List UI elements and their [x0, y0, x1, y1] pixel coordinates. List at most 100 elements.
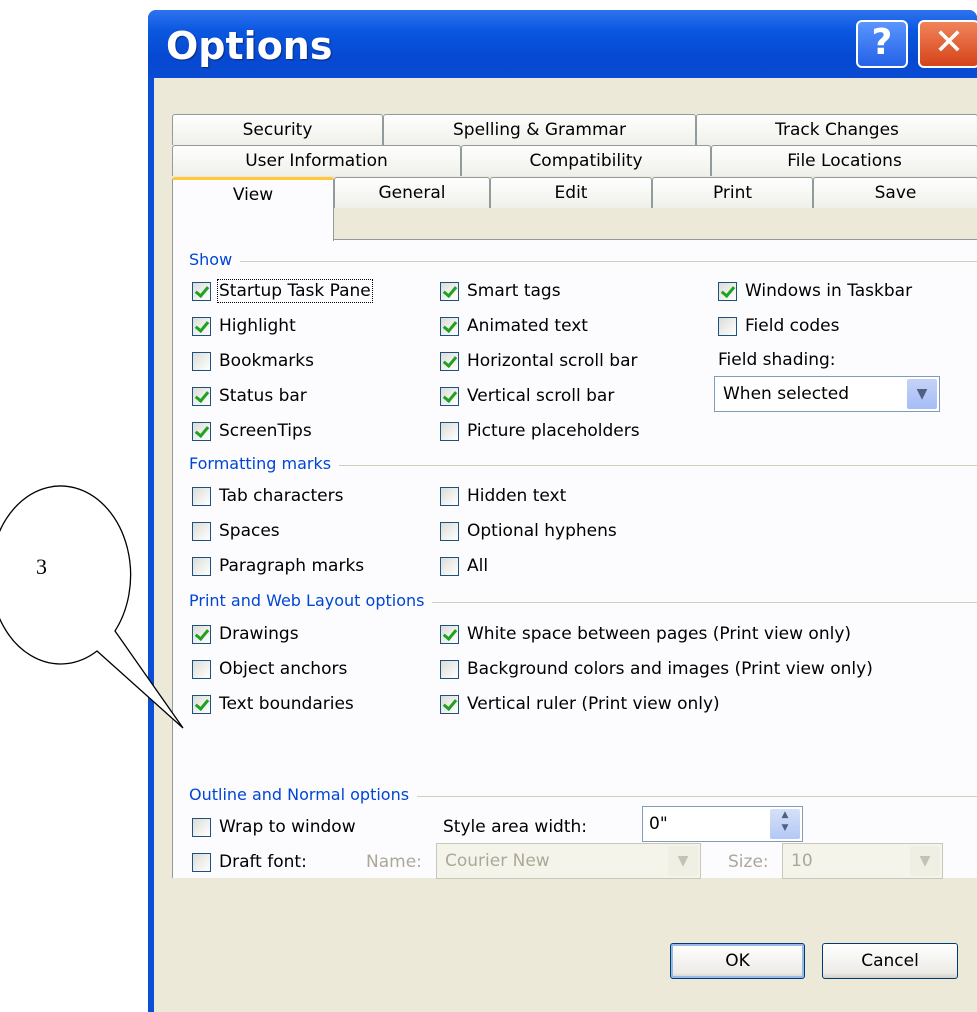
size-label: Size:: [728, 852, 769, 872]
group-show-header: Show: [189, 250, 241, 269]
checkbox-picture-placeholders[interactable]: Picture placeholders: [440, 417, 640, 445]
tab-file-locations[interactable]: File Locations: [711, 145, 977, 176]
checkbox-animated-text[interactable]: Animated text: [440, 312, 588, 340]
checkbox-box[interactable]: [192, 556, 211, 576]
chevron-down-icon[interactable]: ▼: [668, 846, 698, 876]
checkbox-box[interactable]: [718, 281, 737, 301]
tab-print[interactable]: Print: [652, 177, 813, 208]
checkbox-box[interactable]: [440, 694, 459, 714]
ok-button[interactable]: OK: [670, 943, 805, 979]
checkbox-vertical-scroll-bar[interactable]: Vertical scroll bar: [440, 382, 614, 410]
checkbox-box[interactable]: [440, 556, 459, 576]
checkbox-text-boundaries[interactable]: Text boundaries: [192, 690, 354, 718]
checkbox-optional-hyphens[interactable]: Optional hyphens: [440, 517, 617, 545]
checkbox-box[interactable]: [440, 659, 459, 679]
tab-track-changes[interactable]: Track Changes: [696, 114, 977, 145]
checkbox-box[interactable]: [192, 351, 211, 371]
checkbox-box[interactable]: [440, 281, 459, 301]
font-size-select[interactable]: 10 ▼: [782, 843, 943, 879]
checkbox-tab-characters[interactable]: Tab characters: [192, 482, 343, 510]
checkbox-wrap-to-window[interactable]: Wrap to window: [192, 813, 356, 841]
tab-spelling-grammar[interactable]: Spelling & Grammar: [383, 114, 696, 145]
checkbox-startup-task-pane[interactable]: Startup Task Pane: [192, 277, 373, 305]
tab-security[interactable]: Security: [172, 114, 383, 145]
checkbox-label: Object anchors: [219, 659, 348, 679]
checkbox-draft-font[interactable]: Draft font:: [192, 848, 307, 876]
font-name-value: Courier New: [445, 851, 550, 871]
checkbox-box[interactable]: [440, 351, 459, 371]
checkbox-label: Spaces: [219, 521, 280, 541]
checkbox-label: All: [467, 556, 489, 576]
style-area-width-input[interactable]: 0" ▲ ▼: [642, 806, 803, 842]
tab-user-information[interactable]: User Information: [172, 145, 461, 176]
checkbox-label: White space between pages (Print view on…: [467, 624, 852, 644]
field-shading-select[interactable]: When selected ▼: [714, 376, 940, 412]
checkbox-highlight[interactable]: Highlight: [192, 312, 296, 340]
chevron-down-icon[interactable]: ▼: [910, 846, 940, 876]
dialog-title: Options: [166, 24, 333, 68]
checkbox-label: Animated text: [467, 316, 588, 336]
checkbox-smart-tags[interactable]: Smart tags: [440, 277, 561, 305]
checkbox-all[interactable]: All: [440, 552, 488, 580]
checkbox-hidden-text[interactable]: Hidden text: [440, 482, 566, 510]
checkbox-box[interactable]: [718, 316, 737, 336]
field-shading-value: When selected: [723, 384, 849, 404]
group-outline-normal: Outline and Normal options: [189, 785, 977, 807]
checkbox-screentips[interactable]: ScreenTips: [192, 417, 312, 445]
options-dialog: Options ? ✕ Security Spelling & Grammar …: [148, 10, 977, 1012]
checkbox-background-colors-images[interactable]: Background colors and images (Print view…: [440, 655, 873, 683]
checkbox-label: Wrap to window: [219, 817, 356, 837]
checkbox-box[interactable]: [192, 486, 211, 506]
checkbox-box[interactable]: [440, 316, 459, 336]
checkbox-box[interactable]: [440, 521, 459, 541]
group-print-web-layout: Print and Web Layout options: [189, 591, 977, 613]
checkbox-box[interactable]: [192, 421, 211, 441]
checkbox-label: Status bar: [219, 386, 307, 406]
tab-general[interactable]: General: [334, 177, 490, 208]
checkbox-box[interactable]: [192, 521, 211, 541]
close-button[interactable]: ✕: [918, 20, 977, 68]
tab-view[interactable]: View: [172, 177, 334, 241]
checkbox-box[interactable]: [440, 421, 459, 441]
checkbox-box[interactable]: [192, 694, 211, 714]
checkbox-label: Startup Task Pane: [217, 279, 373, 303]
spinner-updown-icon[interactable]: ▲ ▼: [770, 809, 800, 839]
help-button[interactable]: ?: [856, 20, 908, 68]
tab-save[interactable]: Save: [813, 177, 977, 208]
checkbox-horizontal-scroll-bar[interactable]: Horizontal scroll bar: [440, 347, 637, 375]
checkbox-paragraph-marks[interactable]: Paragraph marks: [192, 552, 364, 580]
checkbox-windows-in-taskbar[interactable]: Windows in Taskbar: [718, 277, 912, 305]
checkbox-drawings[interactable]: Drawings: [192, 620, 299, 648]
cancel-button[interactable]: Cancel: [822, 943, 958, 979]
checkbox-spaces[interactable]: Spaces: [192, 517, 280, 545]
title-bar[interactable]: Options ? ✕: [148, 10, 977, 78]
checkbox-box[interactable]: [192, 659, 211, 679]
name-label: Name:: [366, 852, 422, 872]
checkbox-label: ScreenTips: [219, 421, 312, 441]
tab-edit[interactable]: Edit: [490, 177, 652, 208]
checkbox-label: Tab characters: [219, 486, 344, 506]
callout-number: 3: [36, 554, 47, 579]
checkbox-box[interactable]: [192, 624, 211, 644]
checkbox-box[interactable]: [440, 486, 459, 506]
checkbox-box[interactable]: [192, 316, 211, 336]
checkbox-label: Windows in Taskbar: [745, 281, 913, 301]
font-name-select[interactable]: Courier New ▼: [436, 843, 701, 879]
checkbox-box[interactable]: [440, 386, 459, 406]
checkbox-label: Smart tags: [467, 281, 561, 301]
checkbox-box[interactable]: [192, 281, 211, 301]
checkbox-white-space-between-pages[interactable]: White space between pages (Print view on…: [440, 620, 851, 648]
checkbox-box[interactable]: [440, 624, 459, 644]
tab-compatibility[interactable]: Compatibility: [461, 145, 711, 176]
checkbox-label: Bookmarks: [219, 351, 314, 371]
checkbox-object-anchors[interactable]: Object anchors: [192, 655, 347, 683]
checkbox-status-bar[interactable]: Status bar: [192, 382, 307, 410]
chevron-down-icon[interactable]: ▼: [907, 379, 937, 409]
checkbox-box[interactable]: [192, 852, 211, 872]
checkbox-box[interactable]: [192, 386, 211, 406]
checkbox-box[interactable]: [192, 817, 211, 837]
checkbox-vertical-ruler[interactable]: Vertical ruler (Print view only): [440, 690, 720, 718]
checkbox-label: Text boundaries: [219, 694, 354, 714]
checkbox-bookmarks[interactable]: Bookmarks: [192, 347, 314, 375]
checkbox-field-codes[interactable]: Field codes: [718, 312, 840, 340]
